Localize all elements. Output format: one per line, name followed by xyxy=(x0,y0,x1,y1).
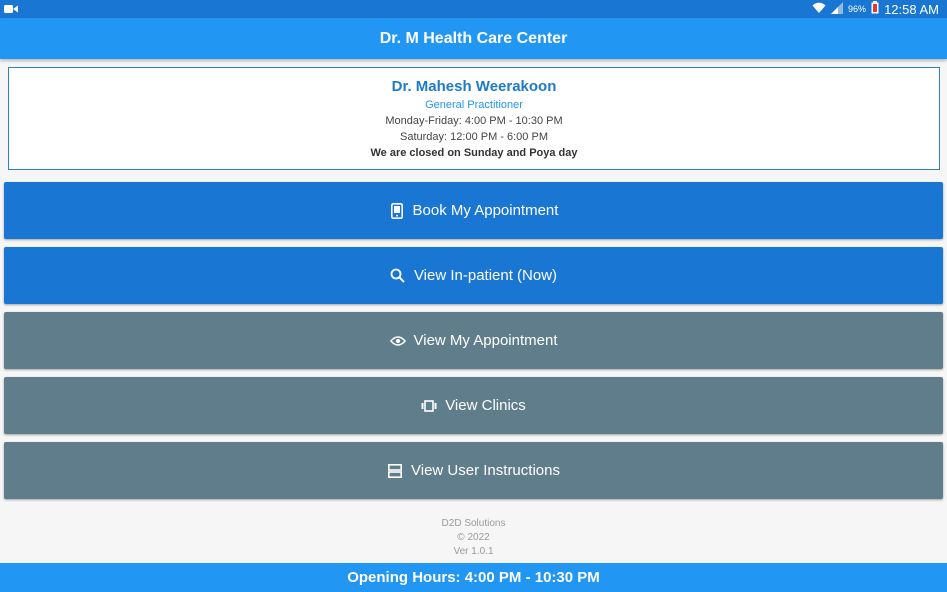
footer-company: D2D Solutions xyxy=(441,518,506,529)
view-user-instructions-label: View User Instructions xyxy=(411,462,560,479)
doctor-name: Dr. Mahesh Weerakoon xyxy=(391,77,557,95)
page-title: Dr. M Health Care Center xyxy=(379,29,568,47)
closed-note: We are closed on Sunday and Poya day xyxy=(370,146,578,159)
status-bar: 96% 12:58 AM xyxy=(0,0,947,18)
book-appointment-button[interactable]: Book My Appointment xyxy=(4,182,943,239)
opening-hours-text: Opening Hours: 4:00 PM - 10:30 PM xyxy=(347,569,600,586)
wifi-icon xyxy=(812,2,826,17)
battery-icon xyxy=(871,1,879,17)
view-user-instructions-button[interactable]: View User Instructions xyxy=(4,442,943,499)
signal-icon xyxy=(831,1,844,17)
footer: D2D Solutions © 2022 Ver 1.0.1 xyxy=(0,517,947,559)
view-inpatient-label: View In-patient (Now) xyxy=(413,267,558,284)
view-my-appointment-button[interactable]: View My Appointment xyxy=(4,312,943,369)
book-appointment-label: Book My Appointment xyxy=(412,202,559,219)
search-icon xyxy=(390,268,406,284)
view-clinics-button[interactable]: View Clinics xyxy=(4,377,943,434)
view-clinics-label: View Clinics xyxy=(445,397,526,414)
carousel-icon xyxy=(421,398,437,414)
app-bar: Dr. M Health Care Center xyxy=(0,18,947,59)
status-time: 12:58 AM xyxy=(884,1,939,17)
footer-version: Ver 1.0.1 xyxy=(453,546,494,557)
opening-hours-bar: Opening Hours: 4:00 PM - 10:30 PM xyxy=(0,563,947,592)
doctor-title: General Practitioner xyxy=(425,98,523,111)
saturday-hours: Saturday: 12:00 PM - 6:00 PM xyxy=(400,130,548,143)
video-camera-icon xyxy=(4,2,18,17)
view-inpatient-button[interactable]: View In-patient (Now) xyxy=(4,247,943,304)
phone-icon xyxy=(389,202,405,219)
battery-percent: 96% xyxy=(848,4,867,14)
doctor-info-card: Dr. Mahesh Weerakoon General Practitione… xyxy=(8,67,940,170)
footer-copyright: © 2022 xyxy=(457,532,490,543)
eye-icon xyxy=(389,333,406,349)
list-icon xyxy=(387,463,403,479)
view-my-appointment-label: View My Appointment xyxy=(413,332,558,349)
weekday-hours: Monday-Friday: 4:00 PM - 10:30 PM xyxy=(385,114,563,127)
